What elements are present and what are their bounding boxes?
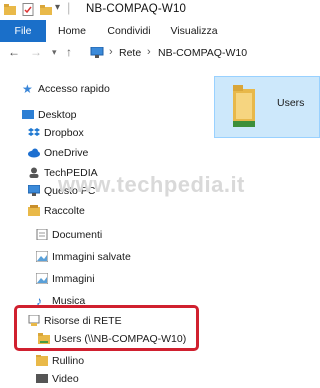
back-arrow-icon[interactable]: ← — [8, 45, 20, 59]
pictures-icon — [36, 251, 48, 262]
folder-label: Users — [277, 97, 305, 109]
nav-label: Dropbox — [44, 127, 84, 139]
breadcrumb-separator-icon[interactable]: › — [147, 46, 151, 58]
forward-arrow-icon[interactable]: → — [30, 45, 42, 59]
folder-icon — [4, 4, 16, 15]
breadcrumb-computer[interactable]: NB-COMPAQ-W10 — [158, 47, 247, 59]
content-pane: Users — [214, 64, 320, 378]
tab-share[interactable]: Condividi — [100, 20, 158, 42]
recent-locations-icon[interactable]: ▾ — [52, 47, 57, 58]
nav-label: Raccolte — [44, 205, 85, 217]
up-arrow-icon[interactable]: ↑ — [66, 45, 72, 59]
tab-view[interactable]: Visualizza — [164, 20, 224, 42]
nav-item-desktop[interactable]: Desktop — [0, 106, 214, 124]
nav-label: Immagini salvate — [52, 251, 131, 263]
nav-label: Accesso rapido — [38, 83, 110, 95]
star-icon: ★ — [22, 82, 33, 96]
watermark: www.techpedia.it — [58, 172, 245, 197]
nav-label: Video — [52, 373, 79, 385]
nav-label: Rullino — [52, 355, 85, 367]
cloud-icon — [28, 148, 40, 158]
camera-roll-icon — [36, 355, 48, 366]
nav-label: Desktop — [38, 109, 77, 121]
tab-file[interactable]: File — [0, 20, 46, 42]
pictures-icon — [36, 273, 48, 284]
document-icon — [36, 229, 48, 240]
nav-item-immagini[interactable]: Immagini — [0, 270, 214, 288]
nav-item-immagini-salvate[interactable]: Immagini salvate — [0, 248, 214, 266]
breadcrumb-rete[interactable]: Rete — [119, 47, 141, 59]
nav-item-onedrive[interactable]: OneDrive — [0, 144, 214, 162]
nav-item-quick-access[interactable]: ★ Accesso rapido — [0, 80, 214, 98]
nav-label: Immagini — [52, 273, 95, 285]
nav-item-documenti[interactable]: Documenti — [0, 226, 214, 244]
music-note-icon: ♪ — [36, 294, 42, 308]
new-folder-icon[interactable] — [40, 3, 52, 16]
user-icon — [29, 167, 39, 178]
libraries-icon — [28, 205, 40, 216]
desktop-icon — [22, 110, 34, 119]
nav-item-video[interactable]: Video — [0, 370, 214, 388]
nav-label: Documenti — [52, 229, 103, 241]
shared-folder-icon — [233, 85, 255, 127]
nav-item-rullino[interactable]: Rullino — [0, 352, 214, 370]
navigation-bar: ← → ▾ ↑ › Rete › NB-COMPAQ-W10 — [0, 42, 320, 64]
nav-label: OneDrive — [44, 147, 89, 159]
folder-tile-users[interactable]: Users — [214, 76, 320, 138]
highlight-annotation — [14, 305, 199, 351]
title-bar: ▾ | NB-COMPAQ-W10 — [0, 0, 320, 20]
nav-item-dropbox[interactable]: Dropbox — [0, 124, 214, 142]
video-icon — [36, 374, 48, 383]
computer-icon — [28, 185, 40, 196]
breadcrumb-separator-icon[interactable]: › — [109, 46, 113, 58]
ribbon-tabs: File Home Condividi Visualizza — [0, 20, 320, 43]
network-icon — [90, 47, 104, 58]
properties-icon[interactable] — [22, 3, 34, 16]
quick-access-dropdown-icon[interactable]: ▾ — [55, 2, 60, 13]
title-separator: | — [67, 0, 71, 15]
dropbox-icon — [28, 128, 40, 136]
window-title: NB-COMPAQ-W10 — [86, 3, 187, 15]
tab-home[interactable]: Home — [50, 20, 94, 42]
nav-item-raccolte[interactable]: Raccolte — [0, 202, 214, 220]
